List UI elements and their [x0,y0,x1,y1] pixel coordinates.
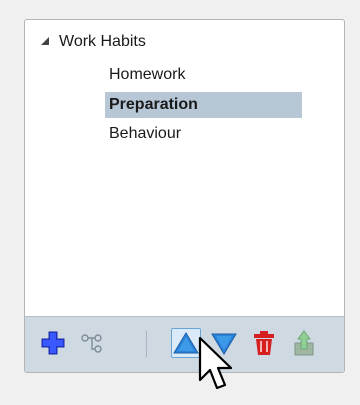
trash-icon [254,331,274,355]
tree-panel: Work Habits Homework Preparation Behavio… [24,19,345,373]
tree-view: Work Habits Homework Preparation Behavio… [25,20,344,316]
tree-node-label: Preparation [109,96,198,113]
expander-triangle-icon[interactable] [41,37,49,45]
move-up-button[interactable] [171,328,201,358]
tree-node-label: Homework [109,66,186,83]
mouse-cursor-icon [198,336,232,390]
tree-node-label: Work Habits [59,33,146,50]
add-child-button[interactable] [78,329,106,357]
tree-node-work-habits[interactable]: Work Habits [41,29,146,55]
tree-node-preparation[interactable]: Preparation [105,92,302,118]
hierarchy-icon [81,334,102,353]
export-button[interactable] [290,329,318,357]
toolbar-separator [146,331,147,357]
add-button[interactable] [39,329,67,357]
toolbar [25,316,344,372]
plus-icon [41,331,65,355]
export-icon [294,330,314,356]
tree-node-label: Behaviour [109,125,182,142]
arrow-up-icon [173,332,199,354]
delete-button[interactable] [250,329,278,357]
tree-node-behaviour[interactable]: Behaviour [105,121,185,147]
tree-node-homework[interactable]: Homework [105,62,189,88]
